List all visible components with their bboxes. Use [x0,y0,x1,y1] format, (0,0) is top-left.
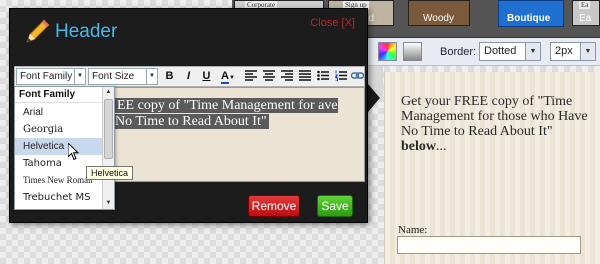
bold-button[interactable]: B [162,69,177,84]
font-option-helvetica[interactable]: Helvetica [15,138,103,155]
rich-text-toolbar: Font Family ▼ Font Size ▼ B I U A▼ [14,66,365,87]
pencil-icon [26,19,50,43]
text-color-button[interactable]: A▼ [217,69,239,84]
theme-label-boutique: Boutique [507,13,551,24]
name-field[interactable] [397,236,581,254]
card-headline[interactable]: Get your FREE copy of "Time Management f… [401,94,591,154]
numbered-list-icon [334,70,347,81]
numbered-list-button[interactable] [333,69,348,84]
justify-button[interactable] [297,69,312,84]
border-style-select[interactable]: Dotted ▼ [479,42,541,61]
chevron-down-icon: ▼ [580,43,595,60]
font-family-value: Font Family [20,71,73,82]
mouse-pointer-icon [68,143,80,161]
align-right-icon [280,70,293,81]
close-button[interactable]: Close [X] [310,17,355,29]
card-headline-text: Get your FREE copy of "Time Management f… [401,94,588,139]
scroll-down-icon[interactable]: ▼ [103,198,114,209]
save-button[interactable]: Save [317,195,353,217]
name-label: Name: [398,224,428,236]
font-family-dropdown-header: Font Family [15,87,103,103]
border-width-select[interactable]: 2px ▼ [550,42,596,61]
chevron-down-icon: ▼ [146,69,157,84]
align-left-button[interactable] [243,69,258,84]
font-option-georgia[interactable]: Georgia [15,121,103,138]
card-headline-bold: below [401,139,436,154]
scroll-up-icon[interactable]: ▲ [103,87,114,98]
underline-button[interactable]: U [199,69,214,84]
font-tooltip: Helvetica [86,166,134,180]
link-icon [351,72,364,79]
font-family-dropdown: Font Family Arial Georgia Helvetica Taho… [14,86,115,210]
chevron-down-icon: ▼ [525,43,540,60]
justify-icon [298,70,311,81]
font-family-select[interactable]: Font Family ▼ [16,68,86,85]
dropdown-scrollbar[interactable]: ▲ ▼ [102,87,114,209]
bullet-list-button[interactable] [315,69,330,84]
border-width-value: 2px [555,45,573,57]
theme-label-woody: Woody [423,13,454,24]
font-option-trebuchet-ms[interactable]: Trebuchet MS [15,189,103,206]
signup-card: Get your FREE copy of "Time Management f… [384,72,600,264]
border-style-value: Dotted [484,45,517,57]
scrollbar-thumb[interactable] [104,99,113,159]
align-center-button[interactable] [261,69,276,84]
theme-boutique-thumb[interactable]: Boutique [498,0,564,27]
panel-pointer [368,84,380,112]
card-headline-end: ... [436,139,447,154]
chevron-down-icon: ▼ [74,69,85,84]
panel-title: Header [55,21,118,42]
italic-button[interactable]: I [181,69,196,84]
theme-ea-thumb[interactable]: Ea Ea [572,0,600,26]
remove-button[interactable]: Remove [248,195,300,217]
border-label: Border: [440,46,477,58]
color-picker-icon[interactable] [378,42,397,61]
theme-label-ea: Ea [579,13,592,24]
align-right-button[interactable] [279,69,294,84]
theme-woody-thumb[interactable]: Woody [408,0,470,26]
link-button[interactable] [350,69,365,84]
editor-text-content: EE copy of "Time Management for ave No T… [115,98,338,129]
editor-selected-text: EE copy of "Time Management for ave No T… [115,98,353,130]
background-swatch[interactable] [403,42,422,61]
align-left-icon [244,70,257,81]
theme-tag-ea: Ea [579,1,591,9]
text-color-icon: A [221,70,229,84]
align-center-icon [262,70,275,81]
font-size-select[interactable]: Font Size ▼ [88,68,158,85]
bullet-list-icon [316,70,329,81]
font-size-value: Font Size [92,71,135,82]
chevron-down-icon: ▼ [229,75,235,81]
font-option-arial[interactable]: Arial [15,104,103,121]
